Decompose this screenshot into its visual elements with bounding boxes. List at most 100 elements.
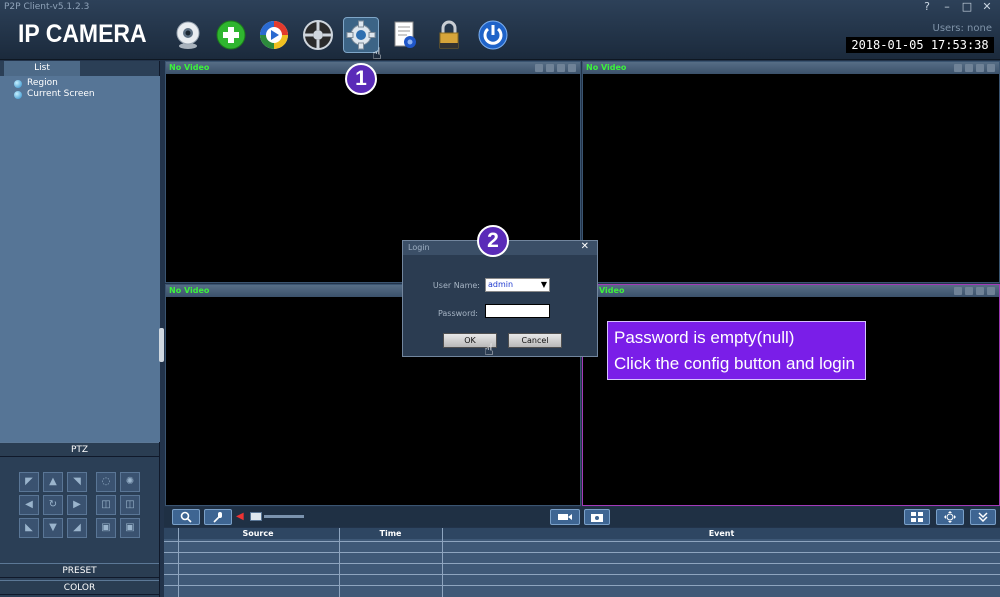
pointer-hand-icon: ☝	[484, 340, 494, 359]
table-row	[164, 541, 1000, 542]
lock-button[interactable]	[431, 17, 467, 53]
record-file-button[interactable]	[387, 17, 423, 53]
step-2-callout: 2	[477, 225, 509, 257]
pane-titlebar: Video	[583, 285, 999, 297]
power-icon	[478, 20, 508, 50]
table-row	[164, 585, 1000, 586]
pane-tools	[954, 287, 996, 295]
panel-collapse-handle[interactable]	[159, 328, 164, 362]
login-dialog: Login ✕ User Name: admin ▼ Password: OK …	[402, 240, 598, 357]
zoom-button[interactable]	[172, 509, 200, 525]
table-row	[164, 574, 1000, 575]
ptz-control-icon	[303, 20, 333, 50]
ptz-up-left-button[interactable]: ◤	[19, 472, 39, 492]
tree-item-region[interactable]: Region	[14, 78, 58, 89]
window-title: P2P Client-v5.1.2.3	[4, 2, 90, 12]
username-select[interactable]: admin ▼	[485, 278, 550, 292]
table-row	[164, 552, 1000, 553]
event-log-table: Source Time Event	[164, 528, 1000, 597]
app-logo: IP CAMERA	[18, 20, 147, 48]
volume-slider[interactable]	[264, 515, 304, 518]
focus-near-button[interactable]: ◫	[96, 495, 116, 515]
fullscreen-button[interactable]	[936, 509, 964, 525]
tree-item-current-screen[interactable]: Current Screen	[14, 89, 95, 100]
ptz-left-button[interactable]: ◀	[19, 495, 39, 515]
collapse-log-button[interactable]	[970, 509, 996, 525]
speaker-mute-icon[interactable]: ◀	[236, 511, 248, 523]
help-button[interactable]: ?	[918, 0, 936, 14]
close-window-button[interactable]: ✕	[978, 0, 996, 14]
table-row	[164, 563, 1000, 564]
device-list-button[interactable]	[170, 17, 206, 53]
maximize-button[interactable]: □	[958, 0, 976, 14]
device-tree: Region Current Screen	[0, 76, 160, 442]
note-line-1: Password is empty(null)	[614, 328, 795, 347]
left-panel: List Region Current Screen PTZ ◤ ▲ ◥ ◀ ↻…	[0, 61, 160, 597]
camera-node-icon	[14, 79, 22, 88]
playback-button[interactable]	[256, 17, 292, 53]
ptz-up-right-button[interactable]: ◥	[67, 472, 87, 492]
record-file-icon	[394, 21, 416, 48]
preset-header[interactable]: PRESET	[0, 563, 159, 578]
pointer-hand-icon: ☝	[372, 44, 382, 63]
users-status: Users: none	[932, 23, 993, 34]
color-header[interactable]: COLOR	[0, 580, 159, 595]
column-event[interactable]: Event	[443, 528, 1000, 539]
chevron-double-down-icon	[978, 512, 988, 522]
snapshot-icon	[591, 514, 603, 522]
volume-slider-thumb[interactable]	[250, 512, 262, 521]
video-pane-2[interactable]: No Video	[582, 61, 1000, 283]
pane-titlebar: No Video	[583, 62, 999, 74]
video-pane-4[interactable]: Video	[582, 284, 1000, 506]
add-device-button[interactable]	[213, 17, 249, 53]
add-icon	[216, 20, 246, 50]
camera-record-icon	[558, 514, 572, 520]
minimize-button[interactable]: –	[938, 0, 956, 14]
ptz-down-right-button[interactable]: ◢	[67, 518, 87, 538]
tree-item-label: Current Screen	[27, 89, 95, 99]
cancel-button[interactable]: Cancel	[508, 333, 562, 348]
ptz-up-button[interactable]: ▲	[43, 472, 63, 492]
instruction-note: Password is empty(null) Click the config…	[607, 321, 866, 380]
playback-icon	[260, 21, 288, 49]
top-toolbar: P2P Client-v5.1.2.3 ? – □ ✕ IP CAMERA Us…	[0, 0, 1000, 60]
chevron-down-icon: ▼	[540, 280, 547, 289]
note-line-2: Click the config button and login	[614, 354, 855, 373]
webcam-icon	[176, 21, 200, 49]
snapshot-button[interactable]	[584, 509, 610, 525]
iris-open-button[interactable]: ▣	[96, 518, 116, 538]
password-label: Password:	[437, 309, 478, 318]
ptz-down-left-button[interactable]: ◣	[19, 518, 39, 538]
record-button[interactable]	[550, 509, 580, 525]
magnifier-icon	[180, 511, 192, 523]
focus-far-button[interactable]: ◫	[120, 495, 140, 515]
fullscreen-icon	[944, 511, 956, 523]
ptz-auto-button[interactable]: ↻	[43, 495, 63, 515]
tab-list[interactable]: List	[4, 61, 80, 76]
username-label: User Name:	[432, 281, 480, 290]
pane-tools	[954, 64, 996, 72]
column-time[interactable]: Time	[339, 528, 442, 539]
ptz-control-button[interactable]	[300, 17, 336, 53]
zoom-in-button[interactable]: ◌	[96, 472, 116, 492]
password-field[interactable]	[485, 304, 550, 318]
iris-close-button[interactable]: ▣	[120, 518, 140, 538]
login-close-button[interactable]: ✕	[581, 241, 589, 252]
pane-tools	[535, 64, 577, 72]
ptz-down-button[interactable]: ▼	[43, 518, 63, 538]
pane-status-label: No Video	[169, 286, 210, 295]
talk-button[interactable]	[204, 509, 232, 525]
event-log-header: Source Time Event	[164, 528, 1000, 539]
zoom-out-button[interactable]: ✺	[120, 472, 140, 492]
username-value: admin	[488, 280, 514, 289]
pane-status-label: No Video	[169, 63, 210, 72]
column-source[interactable]: Source	[178, 528, 338, 539]
ptz-header[interactable]: PTZ	[0, 442, 159, 457]
login-title: Login	[408, 243, 430, 252]
ip-camera-client-window: P2P Client-v5.1.2.3 ? – □ ✕ IP CAMERA Us…	[0, 0, 1000, 597]
layout-grid-button[interactable]	[904, 509, 930, 525]
ptz-right-button[interactable]: ▶	[67, 495, 87, 515]
power-button[interactable]	[475, 17, 511, 53]
camera-node-icon	[14, 90, 22, 99]
tree-item-label: Region	[27, 78, 58, 88]
